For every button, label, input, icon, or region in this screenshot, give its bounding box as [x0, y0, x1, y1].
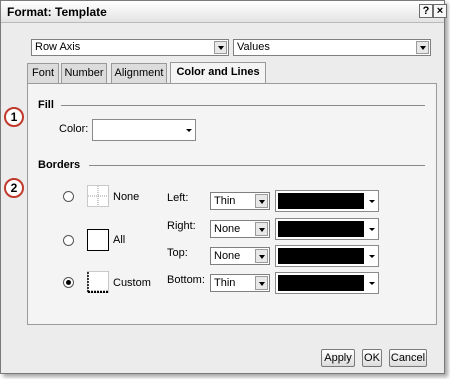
cancel-button[interactable]: Cancel — [389, 349, 427, 367]
ok-button[interactable]: OK — [362, 349, 382, 367]
chevron-down-icon — [416, 41, 429, 54]
fill-divider — [61, 105, 425, 106]
chevron-down-icon — [214, 41, 227, 54]
tab-number[interactable]: Number — [61, 63, 107, 83]
callout-marker-2: 2 — [4, 178, 24, 198]
format-dialog: Format: Template ? × Row Axis Values Fon… — [0, 0, 447, 374]
borders-divider — [89, 165, 425, 166]
top-style-select[interactable]: None — [210, 247, 270, 265]
dialog-title: Format: Template — [7, 5, 107, 19]
border-all-radio[interactable] — [63, 235, 74, 246]
axis-select[interactable]: Row Axis — [31, 39, 229, 56]
left-style-value: Thin — [214, 195, 236, 207]
border-none-label: None — [113, 191, 140, 203]
top-side-label: Top: — [167, 247, 188, 259]
right-side-label: Right: — [167, 220, 196, 232]
bottom-side-label: Bottom: — [167, 274, 205, 286]
borders-section-title: Borders — [38, 159, 81, 171]
top-style-value: None — [214, 250, 241, 262]
bottom-color-fill — [278, 275, 364, 291]
border-all-preview-icon — [87, 229, 109, 251]
fill-color-label: Color: — [59, 123, 89, 135]
left-side-label: Left: — [167, 192, 189, 204]
tab-color-and-lines[interactable]: Color and Lines — [170, 62, 266, 83]
border-custom-preview-icon — [87, 271, 109, 293]
chevron-down-icon — [255, 222, 268, 236]
right-color-picker[interactable] — [275, 218, 379, 240]
caret-down-icon — [186, 129, 192, 132]
tab-font[interactable]: Font — [27, 63, 59, 83]
border-custom-radio[interactable] — [63, 277, 74, 288]
right-style-value: None — [214, 223, 241, 235]
bottom-color-picker[interactable] — [275, 272, 379, 294]
close-button[interactable]: × — [433, 4, 447, 18]
fill-section-title: Fill — [38, 99, 54, 111]
values-select[interactable]: Values — [233, 39, 431, 56]
border-none-preview-icon — [87, 185, 109, 207]
title-bar: Format: Template ? × — [1, 1, 447, 23]
fill-color-picker[interactable] — [92, 119, 196, 141]
bottom-style-select[interactable]: Thin — [210, 274, 270, 292]
right-color-fill — [278, 221, 364, 237]
border-custom-label: Custom — [113, 277, 151, 289]
help-button[interactable]: ? — [419, 4, 433, 18]
top-color-fill — [278, 248, 364, 264]
right-style-select[interactable]: None — [210, 220, 270, 238]
top-color-picker[interactable] — [275, 245, 379, 267]
bottom-style-value: Thin — [214, 277, 236, 289]
caret-down-icon — [369, 255, 375, 258]
left-color-picker[interactable] — [275, 190, 379, 212]
caret-down-icon — [369, 200, 375, 203]
border-all-label: All — [113, 234, 126, 246]
chevron-down-icon — [255, 249, 268, 263]
chevron-down-icon — [255, 276, 268, 290]
axis-select-value: Row Axis — [35, 41, 81, 53]
caret-down-icon — [369, 282, 375, 285]
border-none-radio[interactable] — [63, 191, 74, 202]
callout-marker-1: 1 — [4, 107, 24, 127]
left-color-fill — [278, 193, 364, 209]
values-select-value: Values — [237, 41, 270, 53]
caret-down-icon — [369, 228, 375, 231]
chevron-down-icon — [255, 194, 268, 208]
apply-button[interactable]: Apply — [321, 349, 355, 367]
left-style-select[interactable]: Thin — [210, 192, 270, 210]
tab-alignment[interactable]: Alignment — [111, 63, 167, 83]
